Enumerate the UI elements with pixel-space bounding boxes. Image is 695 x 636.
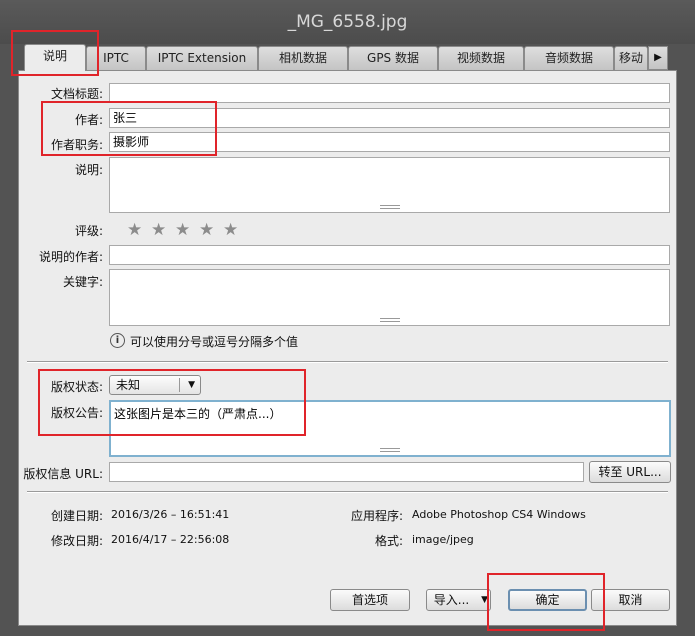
title-bar[interactable]: _MG_6558.jpg — [0, 0, 695, 44]
preferences-button[interactable]: 首选项 — [330, 589, 410, 611]
copyright-url-label: 版权信息 URL: — [23, 467, 103, 481]
application-label: 应用程序: — [350, 509, 403, 523]
select-divider — [179, 378, 180, 392]
copyright-status-value: 未知 — [116, 378, 141, 392]
star-icon[interactable]: ★ — [127, 221, 151, 239]
tab-gps-data[interactable]: GPS 数据 — [348, 46, 438, 70]
format-value: image/jpeg — [412, 533, 474, 546]
copyright-notice-label: 版权公告: — [50, 406, 103, 420]
window-title: _MG_6558.jpg — [287, 12, 408, 32]
description-label: 说明: — [74, 163, 103, 177]
tab-description[interactable]: 说明 — [24, 44, 86, 71]
tab-audio-data[interactable]: 音频数据 — [524, 46, 614, 70]
author-label: 作者: — [74, 113, 103, 127]
info-icon: i — [110, 333, 125, 348]
modified-date-value: 2016/4/17 – 22:56:08 — [111, 533, 230, 546]
import-label: 导入... — [433, 593, 470, 607]
format-label: 格式: — [374, 534, 403, 548]
modified-date-label: 修改日期: — [50, 534, 103, 548]
chevron-down-icon: ▼ — [188, 380, 195, 390]
author-input[interactable]: 张三 — [109, 108, 670, 128]
description-textarea[interactable] — [109, 157, 670, 213]
star-icon[interactable]: ★ — [151, 221, 175, 239]
import-button[interactable]: 导入... ▼ — [426, 589, 491, 611]
divider — [27, 361, 668, 363]
resize-grip[interactable] — [379, 318, 400, 322]
copyright-notice-text: 这张图片是本三的（严肃点...） — [114, 407, 282, 421]
cancel-button[interactable]: 取消 — [591, 589, 670, 611]
tab-bar: 说明 IPTC IPTC Extension 相机数据 GPS 数据 视频数据 … — [20, 44, 670, 71]
tab-iptc-extension[interactable]: IPTC Extension — [146, 46, 258, 70]
tab-video-data[interactable]: 视频数据 — [438, 46, 524, 70]
goto-url-button[interactable]: 转至 URL... — [589, 461, 671, 483]
copyright-status-label: 版权状态: — [50, 380, 103, 394]
created-date-label: 创建日期: — [50, 509, 103, 523]
keywords-textarea[interactable] — [109, 269, 670, 326]
author-title-input[interactable]: 摄影师 — [109, 132, 670, 152]
resize-grip[interactable] — [379, 205, 400, 209]
desc-writer-label: 说明的作者: — [38, 250, 103, 264]
desc-writer-input[interactable] — [109, 245, 670, 265]
file-info-dialog: _MG_6558.jpg 说明 IPTC IPTC Extension 相机数据… — [0, 0, 695, 636]
application-value: Adobe Photoshop CS4 Windows — [412, 508, 586, 521]
divider — [27, 491, 668, 493]
keywords-label: 关键字: — [62, 275, 103, 289]
tab-iptc[interactable]: IPTC — [86, 46, 146, 70]
chevron-down-icon: ▼ — [481, 595, 488, 605]
doc-title-input[interactable] — [109, 83, 670, 103]
author-title-label: 作者职务: — [50, 138, 103, 152]
resize-grip[interactable] — [380, 448, 400, 452]
copyright-status-select[interactable]: 未知 ▼ — [109, 375, 201, 395]
star-icon[interactable]: ★ — [199, 221, 223, 239]
star-icon[interactable]: ★ — [223, 221, 247, 239]
rating-label: 评级: — [74, 224, 103, 238]
created-date-value: 2016/3/26 – 16:51:41 — [111, 508, 230, 521]
tab-mobile[interactable]: 移动 — [614, 46, 648, 70]
rating-stars: ★ ★ ★ ★ ★ — [127, 221, 247, 239]
tab-camera-data[interactable]: 相机数据 — [258, 46, 348, 70]
star-icon[interactable]: ★ — [175, 221, 199, 239]
tab-scroll-right-button[interactable]: ▶ — [648, 46, 668, 70]
description-panel: 文档标题: 作者: 张三 作者职务: 摄影师 说明: 评级: ★ ★ ★ ★ ★ 说明的… — [18, 70, 677, 626]
chevron-right-icon: ▶ — [654, 52, 662, 63]
doc-title-label: 文档标题: — [50, 87, 103, 101]
copyright-notice-textarea[interactable]: 这张图片是本三的（严肃点...） — [109, 400, 671, 457]
keywords-hint: 可以使用分号或逗号分隔多个值 — [130, 335, 299, 349]
ok-button[interactable]: 确定 — [508, 589, 587, 611]
copyright-url-input[interactable] — [109, 462, 584, 482]
